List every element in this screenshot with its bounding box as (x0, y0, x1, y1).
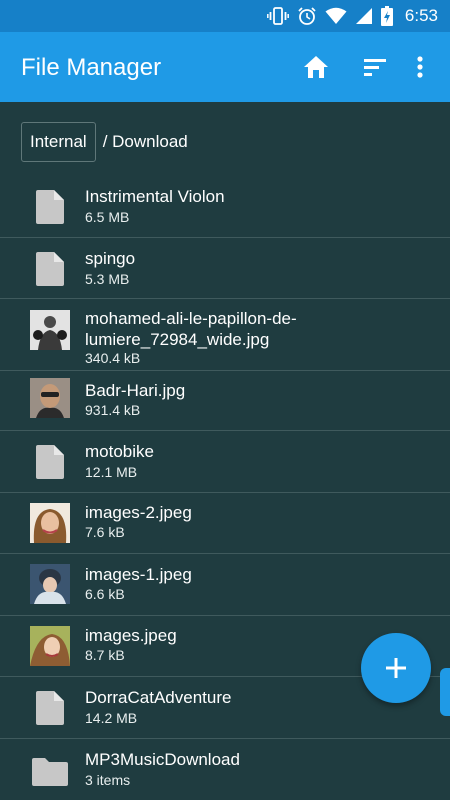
file-name: Badr-Hari.jpg (85, 381, 186, 400)
app-title: File Manager (21, 54, 162, 81)
sort-button[interactable] (357, 49, 393, 85)
file-size: 6.6 kB (85, 586, 125, 602)
image-thumbnail (30, 626, 70, 666)
clock: 6:53 (404, 6, 438, 25)
file-size: 5.3 MB (85, 271, 130, 287)
more-vert-icon (417, 56, 423, 78)
image-thumbnail (30, 378, 70, 418)
file-name: spingo (85, 249, 136, 268)
status-bar: 6:53 (0, 0, 450, 32)
image-thumbnail (30, 503, 70, 543)
signal-icon (355, 7, 373, 25)
image-thumbnail (30, 564, 70, 604)
folder-name: MP3MusicDownload (85, 750, 240, 769)
file-size: 8.7 kB (85, 647, 125, 663)
folder-icon (30, 751, 70, 791)
file-size: 6.5 MB (85, 209, 130, 225)
file-size: 14.2 MB (85, 710, 138, 726)
file-icon (30, 442, 70, 482)
list-item[interactable]: Instrimental Violon 6.5 MB (0, 176, 450, 238)
side-drawer-handle[interactable] (440, 668, 450, 716)
add-fab-button[interactable] (361, 633, 431, 703)
vibrate-icon (266, 7, 289, 25)
file-icon (30, 688, 70, 728)
file-icon (30, 187, 70, 227)
list-item[interactable]: images-1.jpeg 6.6 kB (0, 554, 450, 616)
file-name: images-2.jpeg (85, 503, 192, 522)
breadcrumb: Internal / Download (21, 122, 188, 162)
battery-icon (380, 6, 393, 26)
file-size: 340.4 kB (85, 350, 141, 366)
file-name: images.jpeg (85, 626, 177, 645)
list-item[interactable]: MP3MusicDownload 3 items (0, 739, 450, 800)
list-item[interactable]: images-2.jpeg 7.6 kB (0, 493, 450, 554)
image-thumbnail (30, 310, 70, 350)
more-options-button[interactable] (402, 49, 438, 85)
app-bar: File Manager (0, 32, 450, 102)
status-icons: 6:53 (266, 0, 438, 32)
plus-icon (386, 658, 406, 678)
file-name: DorraCatAdventure (85, 688, 232, 707)
list-item[interactable]: Badr-Hari.jpg 931.4 kB (0, 371, 450, 431)
file-name: mohamed-ali-le-papillon-de-lumiere_72984… (85, 309, 297, 349)
breadcrumb-current[interactable]: / Download (103, 132, 188, 152)
wifi-icon (325, 7, 347, 25)
list-item[interactable]: mohamed-ali-le-papillon-de-lumiere_72984… (0, 299, 450, 371)
file-name: motobike (85, 442, 154, 461)
file-size: 7.6 kB (85, 524, 125, 540)
sort-icon (364, 59, 386, 76)
alarm-icon (297, 6, 317, 26)
home-icon (304, 56, 328, 78)
file-list: Instrimental Violon 6.5 MB spingo 5.3 MB… (0, 176, 450, 800)
list-item[interactable]: motobike 12.1 MB (0, 431, 450, 493)
folder-item-count: 3 items (85, 772, 131, 788)
file-size: 931.4 kB (85, 402, 141, 418)
file-size: 12.1 MB (85, 464, 138, 480)
home-button[interactable] (298, 49, 334, 85)
file-name: Instrimental Violon (85, 187, 225, 206)
list-item[interactable]: spingo 5.3 MB (0, 238, 450, 299)
file-icon (30, 249, 70, 289)
breadcrumb-root[interactable]: Internal (21, 122, 96, 162)
file-name: images-1.jpeg (85, 565, 192, 584)
